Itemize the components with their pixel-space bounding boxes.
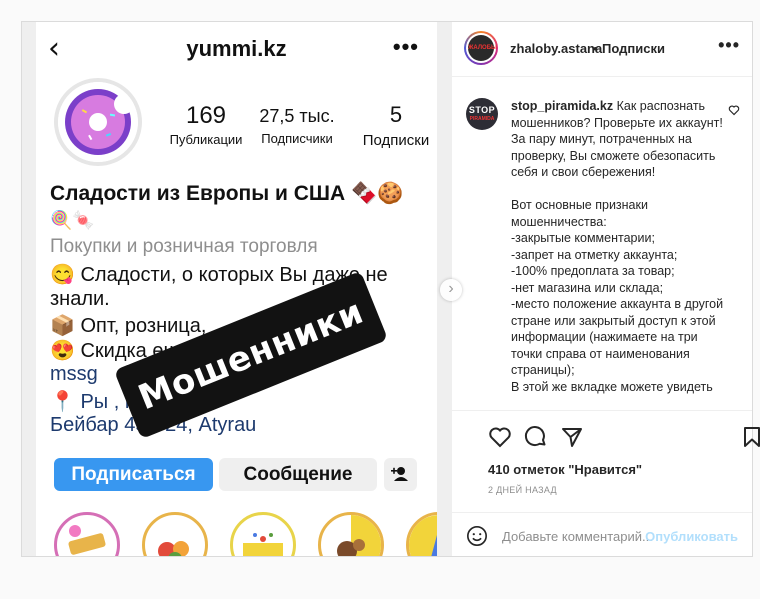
caption-line: -запрет на отметку аккаунта; bbox=[511, 247, 678, 262]
author-avatar-text: ЖАЛОБЫ bbox=[468, 35, 497, 61]
profile-stats: 169 Публикации 27,5 тыс. Подписчики 5 По… bbox=[166, 102, 436, 162]
publish-button[interactable]: Опубликовать bbox=[645, 529, 738, 544]
profile-avatar bbox=[54, 78, 142, 166]
profile-username: yummi.kz bbox=[186, 36, 287, 61]
story-highlight bbox=[142, 512, 208, 556]
likes-count[interactable]: 410 отметок "Нравится" bbox=[488, 462, 642, 477]
story-highlight bbox=[230, 512, 296, 556]
story-highlight bbox=[54, 512, 120, 556]
commenter-avatar[interactable]: STOP PIRAMIDA bbox=[466, 98, 498, 130]
stat-number: 5 bbox=[389, 102, 403, 127]
header-separator: • bbox=[593, 41, 598, 56]
caption-line: -место положение аккаунта в другой стран… bbox=[511, 297, 724, 377]
profile-follow-button: Подписаться bbox=[54, 458, 213, 491]
caption-area: STOP PIRAMIDA stop_piramida.kz Как распо… bbox=[452, 76, 752, 410]
story-highlight bbox=[406, 512, 437, 556]
stat-label: Публикации bbox=[169, 132, 243, 147]
donut-icon bbox=[58, 82, 138, 162]
post-container: ‹ yummi.kz ••• 169 Публикации 27,5 тыс. … bbox=[21, 21, 760, 559]
stat-label: Подписки bbox=[362, 132, 430, 149]
add-comment-bar: Опубликовать bbox=[452, 512, 752, 559]
caption-line: Вот основные признаки мошенничества: bbox=[511, 198, 648, 229]
profile-category: Покупки и розничная торговля bbox=[50, 236, 318, 257]
post-sidebar: ЖАЛОБЫ zhaloby.astana • Подписки ••• STO… bbox=[452, 22, 760, 559]
stat-followers[interactable]: 27,5 тыс. Подписчики bbox=[252, 102, 342, 146]
post-timestamp[interactable]: 2 ДНЕЙ НАЗАД bbox=[488, 485, 557, 495]
profile-fullname-emoji: 🍭🍬 bbox=[50, 210, 95, 230]
following-button[interactable]: Подписки bbox=[602, 41, 665, 56]
caption-line: В этой же вкладке можете увидеть bbox=[511, 379, 713, 394]
bio-link[interactable]: mssg bbox=[50, 363, 98, 386]
caption-line: -закрытые комментарии; bbox=[511, 231, 655, 245]
save-bookmark-icon[interactable] bbox=[740, 425, 760, 449]
caption-line: -100% предоплата за товар; bbox=[511, 264, 675, 278]
more-options-icon: ••• bbox=[392, 34, 419, 59]
post-media[interactable]: ‹ yummi.kz ••• 169 Публикации 27,5 тыс. … bbox=[22, 22, 452, 556]
author-username[interactable]: zhaloby.astana bbox=[510, 41, 602, 56]
stat-posts[interactable]: 169 Публикации bbox=[166, 102, 246, 147]
emoji-icon[interactable] bbox=[466, 525, 488, 547]
author-avatar[interactable]: ЖАЛОБЫ bbox=[464, 31, 498, 65]
comment-bubble-icon[interactable] bbox=[524, 425, 548, 449]
bio-line: 📦 Опт, розница, bbox=[50, 315, 207, 337]
comment-like-icon[interactable] bbox=[728, 104, 740, 119]
avatar-text: PIRAMIDA bbox=[469, 116, 495, 122]
post-header: ЖАЛОБЫ zhaloby.astana • Подписки ••• bbox=[452, 22, 752, 77]
comment-input[interactable] bbox=[502, 525, 652, 547]
caption-line: -нет магазина или склада; bbox=[511, 280, 664, 295]
profile-topbar: ‹ yummi.kz ••• bbox=[36, 34, 437, 70]
profile-fullname: Сладости из Европы и США 🍫🍪 bbox=[50, 182, 404, 205]
like-heart-icon[interactable] bbox=[488, 425, 512, 449]
bio-line: знали. bbox=[50, 288, 110, 310]
profile-message-button: Сообщение bbox=[219, 458, 377, 491]
caption-username[interactable]: stop_piramida.kz bbox=[511, 99, 613, 113]
next-media-button[interactable]: › bbox=[440, 279, 462, 301]
stat-number: 27,5 тыс. bbox=[259, 106, 335, 126]
avatar-text: STOP bbox=[468, 105, 496, 115]
stat-label: Подписчики bbox=[261, 131, 333, 146]
story-highlight bbox=[318, 512, 384, 556]
stat-following[interactable]: 5 Подписки bbox=[346, 102, 437, 149]
more-options-icon[interactable]: ••• bbox=[718, 35, 740, 56]
add-user-icon bbox=[384, 458, 417, 491]
caption-text: stop_piramida.kz Как распознать мошенник… bbox=[511, 98, 726, 395]
share-paperplane-icon[interactable] bbox=[560, 425, 584, 449]
phone-screenshot: ‹ yummi.kz ••• 169 Публикации 27,5 тыс. … bbox=[36, 22, 437, 556]
stat-number: 169 bbox=[185, 102, 227, 129]
